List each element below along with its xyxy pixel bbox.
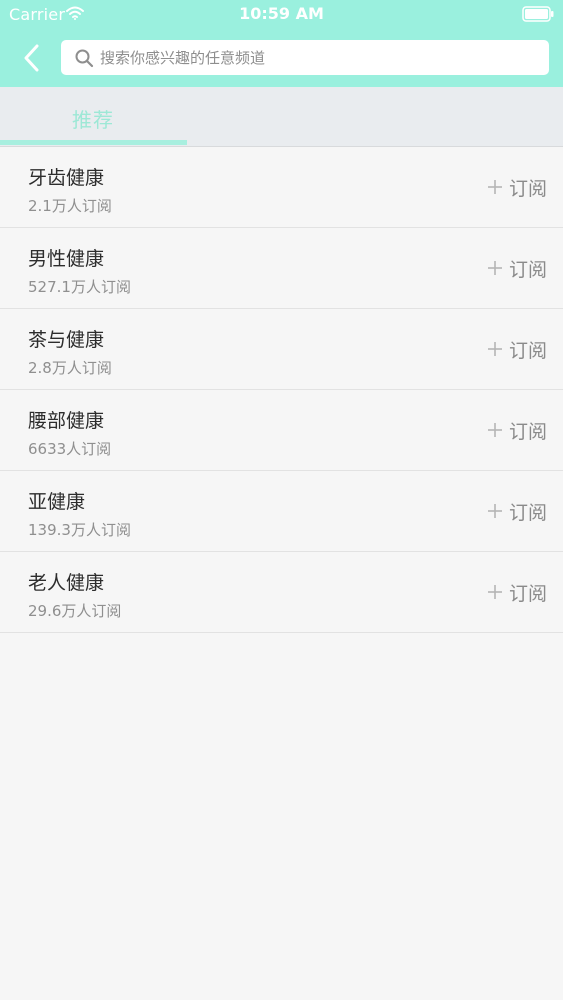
tab-active-indicator [0,140,187,145]
subscribe-button[interactable]: 订阅 [487,498,547,524]
search-input[interactable] [100,48,540,67]
channel-name: 腰部健康 [28,410,105,432]
subscribe-label: 订阅 [508,582,547,605]
tab-bar: 推荐 [0,87,563,147]
channel-name: 亚健康 [28,491,86,513]
subscriber-count: 139.3万人订阅 [28,521,131,539]
search-box[interactable] [61,40,549,75]
subscribe-label: 订阅 [508,501,547,524]
subscriber-count: 527.1万人订阅 [28,278,131,296]
app-screen: Carrier 10:59 AM 搜索你感兴趣的任意频道 推荐 牙齿健康 2.1… [0,0,563,1000]
subscribe-button[interactable]: 订阅 [487,174,547,200]
subscribe-button[interactable]: 订阅 [487,255,547,281]
list-item[interactable]: 老人健康 29.6万人订阅 订阅 [0,552,563,633]
plus-icon [487,180,502,194]
subscribe-button[interactable]: 订阅 [487,336,547,362]
channel-name: 牙齿健康 [28,167,105,189]
subscribe-label: 订阅 [508,177,547,200]
subscriber-count: 29.6万人订阅 [28,602,122,620]
tab-recommended[interactable]: 推荐 [0,87,187,146]
status-bar: Carrier 10:59 AM [0,0,563,30]
list-item[interactable]: 腰部健康 6633人订阅 订阅 [0,390,563,471]
subscribe-label: 订阅 [508,258,547,281]
subscribe-label: 订阅 [508,420,547,443]
subscriber-count: 2.8万人订阅 [28,359,112,377]
subscribe-button[interactable]: 订阅 [487,417,547,443]
plus-icon [487,261,502,275]
list-item[interactable]: 男性健康 527.1万人订阅 订阅 [0,228,563,309]
subscriber-count: 6633人订阅 [28,440,112,458]
list-item[interactable]: 牙齿健康 2.1万人订阅 订阅 [0,147,563,228]
plus-icon [487,585,502,599]
back-button[interactable] [15,42,47,74]
channel-name: 男性健康 [28,248,105,270]
channel-name: 茶与健康 [28,329,105,351]
chevron-left-icon [24,44,39,72]
subscribe-label: 订阅 [508,339,547,362]
subscribe-button[interactable]: 订阅 [487,579,547,605]
plus-icon [487,423,502,437]
top-bar: Carrier 10:59 AM [0,0,563,87]
plus-icon [487,342,502,356]
subscriber-count: 2.1万人订阅 [28,197,112,215]
plus-icon [487,504,502,518]
channel-list: 牙齿健康 2.1万人订阅 订阅 男性健康 527.1万人订阅 订阅 茶与健康 2… [0,147,563,633]
clock: 10:59 AM [239,4,324,23]
search-icon [75,49,94,67]
channel-name: 老人健康 [28,572,105,594]
battery-icon [522,6,554,22]
tab-label: 推荐 [72,108,114,132]
list-item[interactable]: 亚健康 139.3万人订阅 订阅 [0,471,563,552]
list-item[interactable]: 茶与健康 2.8万人订阅 订阅 [0,309,563,390]
